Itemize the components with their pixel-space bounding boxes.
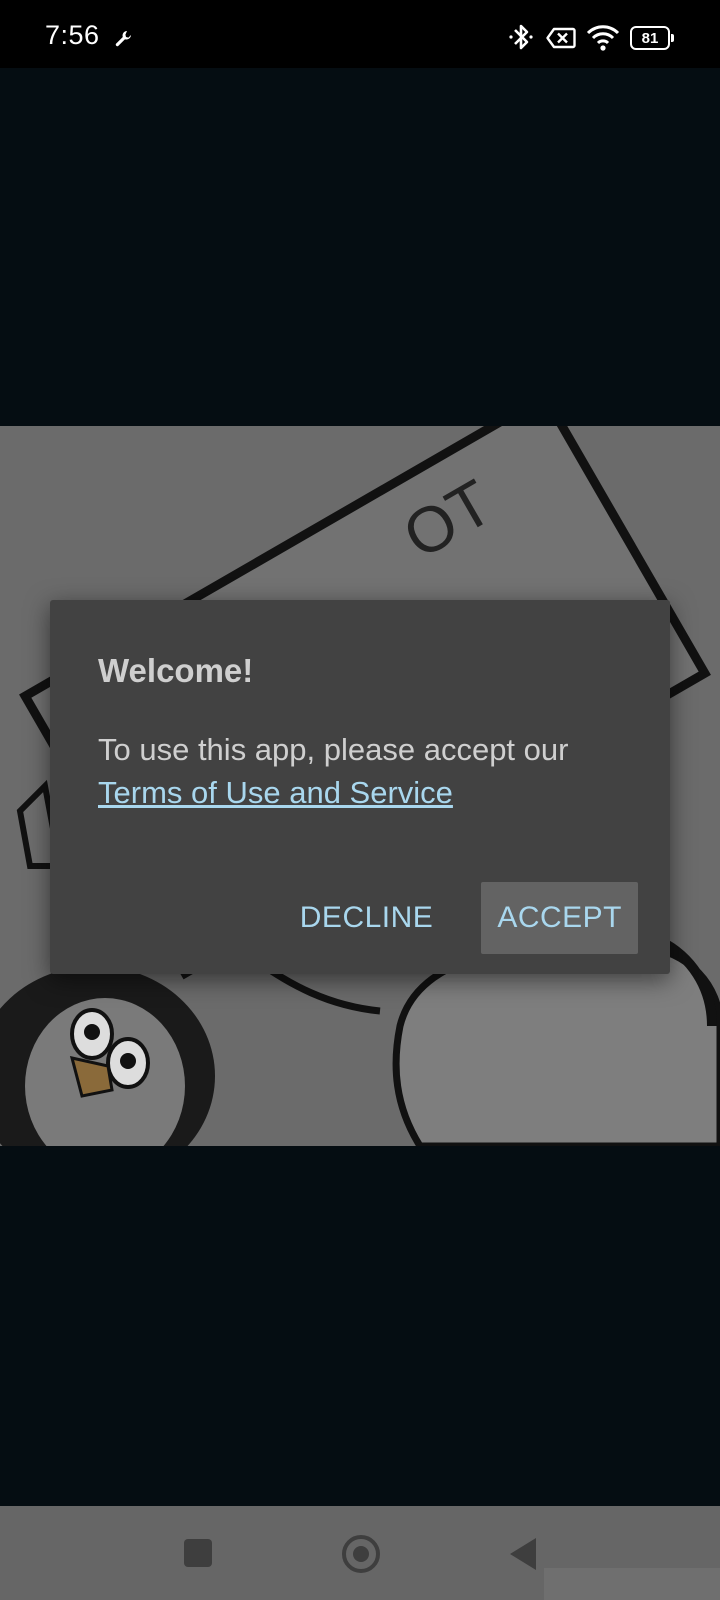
navigation-bar <box>0 1506 720 1600</box>
screen: 7:56 81 OT Welcome! To use this app, ple… <box>0 0 720 1600</box>
home-icon[interactable] <box>342 1535 380 1573</box>
dialog-body-text: To use this app, please accept our <box>98 732 569 767</box>
bluetooth-icon <box>509 24 533 50</box>
terms-link[interactable]: Terms of Use and Service <box>98 775 453 810</box>
status-time: 7:56 <box>45 20 100 50</box>
dialog-title: Welcome! <box>98 652 254 689</box>
accept-button[interactable]: ACCEPT <box>481 882 638 954</box>
battery-icon: 81 <box>630 26 674 50</box>
dialog-message: To use this app, please accept our Terms… <box>98 728 638 814</box>
recent-apps-icon[interactable] <box>184 1539 212 1567</box>
terms-dialog: Welcome! To use this app, please accept … <box>50 600 670 974</box>
status-bar: 7:56 81 <box>0 0 720 68</box>
wrench-icon <box>115 31 131 47</box>
gesture-handle <box>544 1568 720 1600</box>
dialog-actions: DECLINE ACCEPT <box>284 882 638 954</box>
back-icon[interactable] <box>508 1536 538 1572</box>
decline-button[interactable]: DECLINE <box>284 882 450 954</box>
battery-level: 81 <box>641 29 659 47</box>
wifi-icon <box>586 25 620 51</box>
no-sim-icon <box>546 27 576 49</box>
